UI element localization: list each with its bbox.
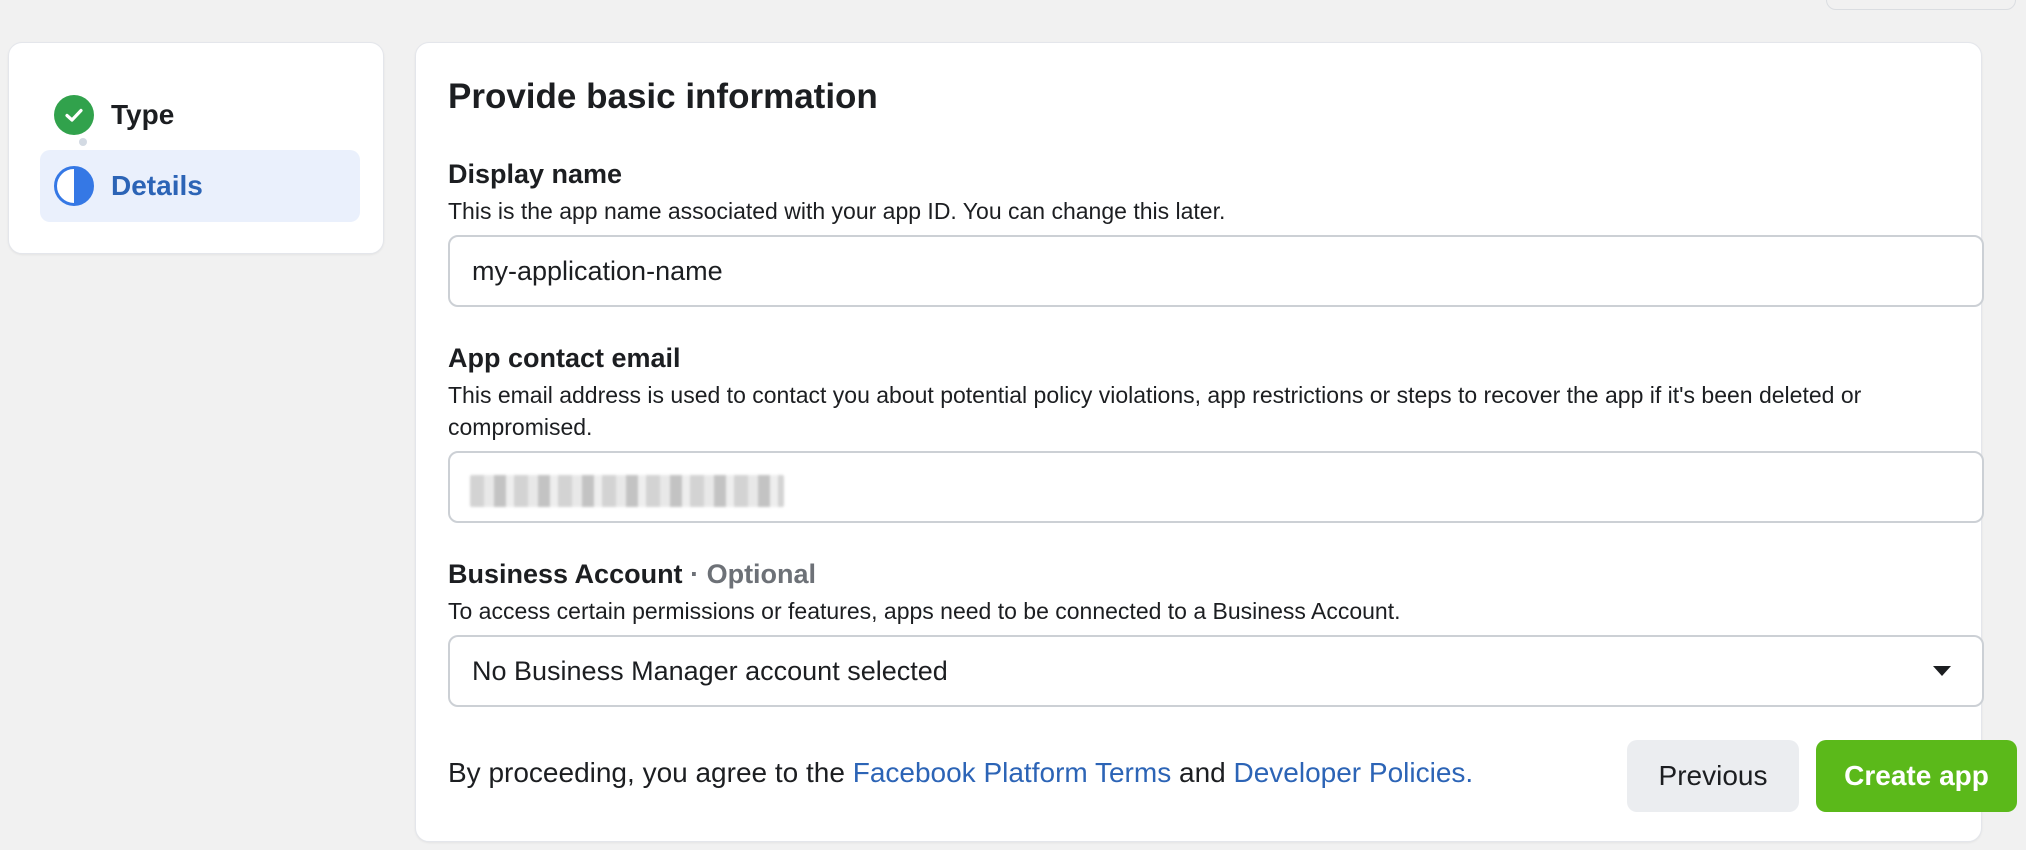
contact-email-help: This email address is used to contact yo… xyxy=(448,382,1862,440)
step-details[interactable]: Details xyxy=(40,150,360,222)
page-title: Provide basic information xyxy=(448,77,878,116)
business-account-title: Business Account xyxy=(448,559,683,589)
top-edge-button[interactable] xyxy=(1826,0,2016,10)
platform-terms-link[interactable]: Facebook Platform Terms xyxy=(853,757,1172,788)
business-account-help: To access certain permissions or feature… xyxy=(448,598,1401,624)
display-name-label: Display name xyxy=(448,159,623,189)
business-account-select[interactable]: No Business Manager account selected xyxy=(448,635,1984,707)
step-label: Type xyxy=(111,99,175,130)
caret-down-icon xyxy=(1933,666,1951,676)
business-account-selected: No Business Manager account selected xyxy=(472,655,948,686)
contact-email-label: App contact email xyxy=(448,343,681,373)
and-text: and xyxy=(1179,757,1226,788)
redacted-email-value xyxy=(470,475,784,507)
step-label: Details xyxy=(111,170,203,201)
previous-button[interactable]: Previous xyxy=(1627,740,1799,812)
display-name-input[interactable] xyxy=(448,235,1984,307)
business-account-label: Business Account · Optional xyxy=(448,559,816,590)
terms-agreement: By proceeding, you agree to the Facebook… xyxy=(448,757,1473,789)
step-connector-dot xyxy=(79,138,87,146)
display-name-help: This is the app name associated with you… xyxy=(448,198,1226,224)
optional-tag: · Optional xyxy=(690,559,817,589)
contact-email-input[interactable] xyxy=(448,451,1984,523)
create-app-button[interactable]: Create app xyxy=(1816,740,2017,812)
basic-info-form: Provide basic information Display name T… xyxy=(415,42,2017,842)
agree-prefix: By proceeding, you agree to the xyxy=(448,757,845,788)
developer-policies-link[interactable]: Developer Policies. xyxy=(1234,757,1474,788)
half-circle-icon xyxy=(54,166,94,206)
step-type[interactable]: Type xyxy=(40,79,360,151)
steps-panel: Type Details xyxy=(8,42,384,254)
check-circle-icon xyxy=(54,95,94,135)
